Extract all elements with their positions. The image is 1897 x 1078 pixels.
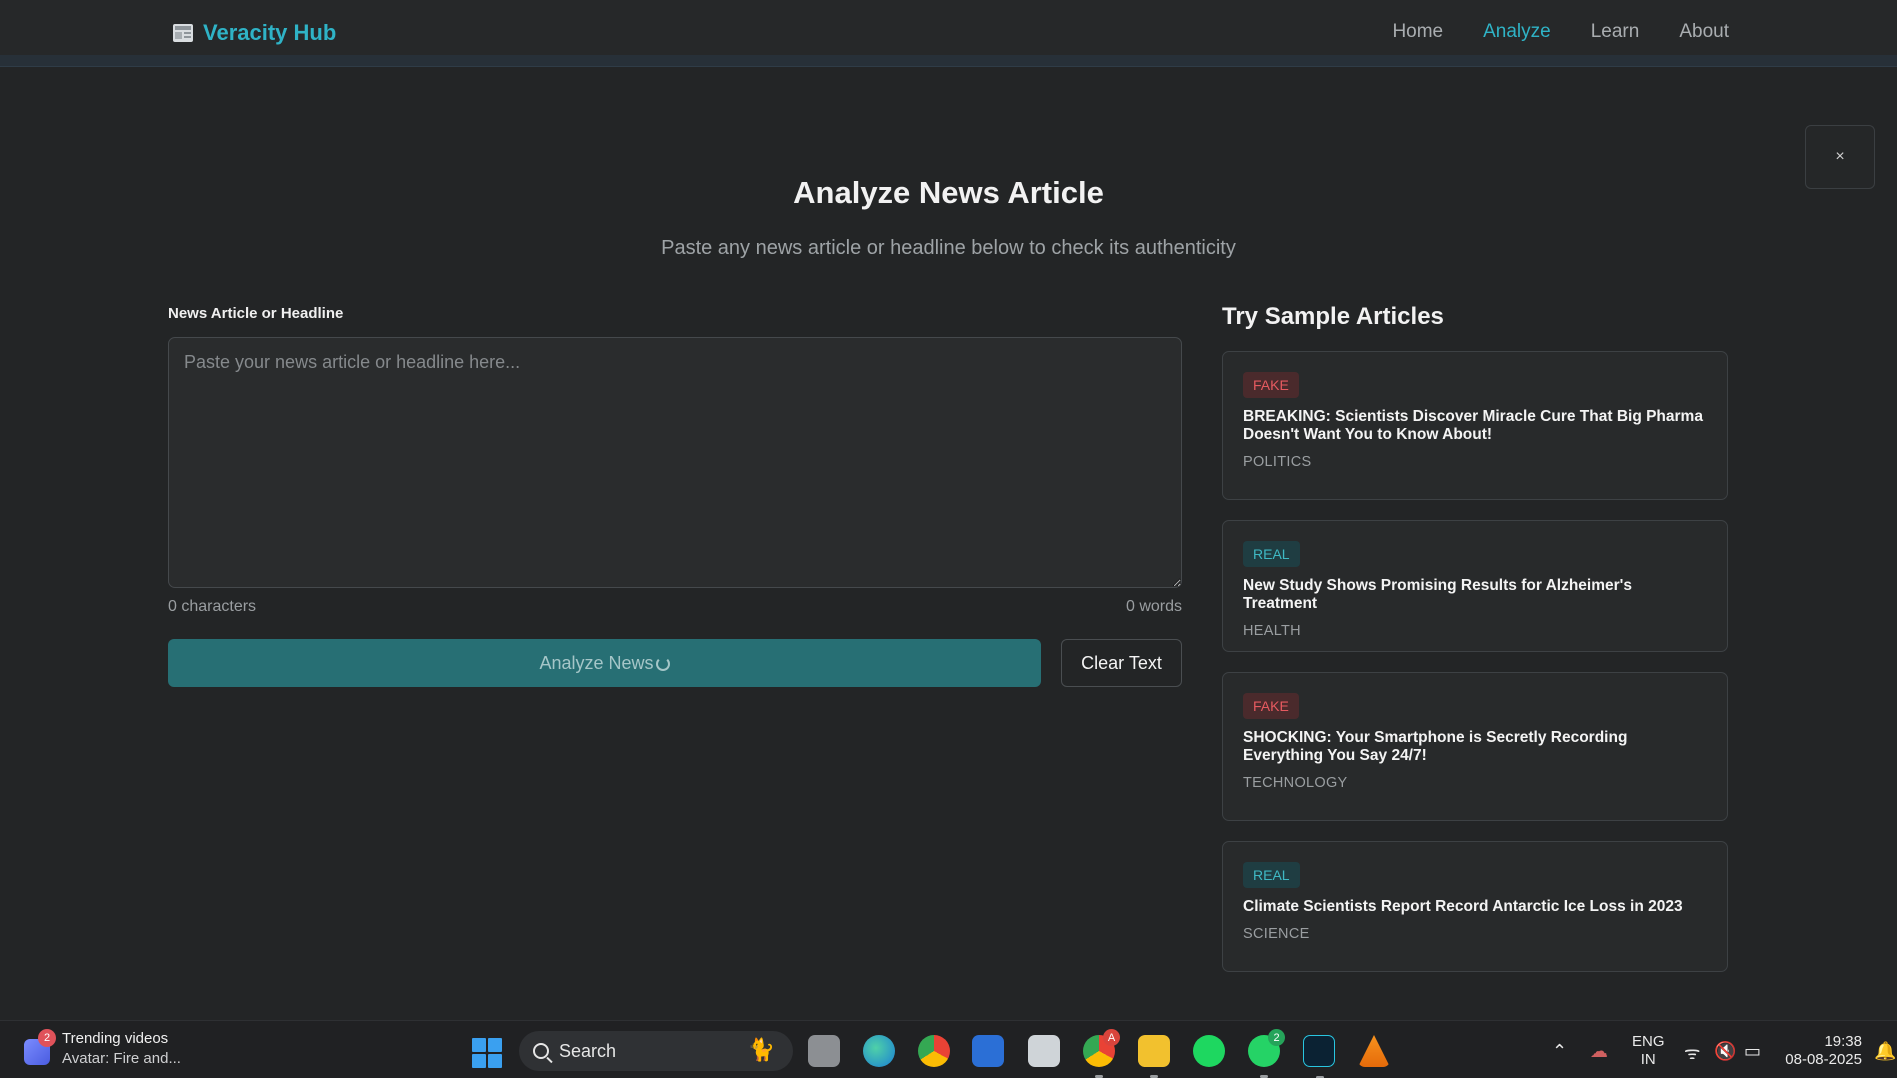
chevron-up-icon[interactable]: ⌃ [1552,1041,1567,1062]
nav-home[interactable]: Home [1392,21,1443,43]
sample-title: SHOCKING: Your Smartphone is Secretly Re… [1243,729,1628,764]
search-label: Search [559,1040,617,1061]
code-editor-icon[interactable] [1303,1035,1335,1078]
sample-category: TECHNOLOGY [1243,775,1348,791]
character-count: 0 characters [168,598,257,615]
widgets-icon: 2 [24,1029,56,1065]
vlc-icon[interactable] [1358,1035,1390,1067]
taskbar-search[interactable]: Search 🐈 [519,1031,793,1071]
search-highlight-icon: 🐈 [747,1037,775,1062]
edge-icon[interactable] [863,1035,895,1067]
nav-learn[interactable]: Learn [1591,21,1640,43]
real-badge: REAL [1243,541,1300,567]
nav-analyze[interactable]: Analyze [1483,21,1551,43]
close-icon: × [1835,148,1845,165]
file-explorer-icon[interactable] [1138,1035,1170,1078]
sample-card[interactable]: FAKE SHOCKING: Your Smartphone is Secret… [1222,672,1728,821]
article-field-label: News Article or Headline [168,305,344,322]
sample-category: SCIENCE [1243,926,1310,942]
loading-spinner-icon [655,656,670,671]
region-code: IN [1640,1051,1656,1068]
onedrive-icon[interactable]: ☁ [1590,1041,1608,1062]
notepad-icon[interactable] [1028,1035,1060,1067]
sample-card[interactable]: REAL Climate Scientists Report Record An… [1222,841,1728,972]
chrome-badge: A [1103,1029,1120,1046]
widgets-button[interactable]: 2 Trending videos Avatar: Fire and... [24,1029,181,1069]
navbar-accent-strip [0,55,1897,66]
volume-muted-icon[interactable]: 🔇 [1714,1041,1736,1062]
newspaper-icon [172,23,194,43]
sample-title: BREAKING: Scientists Discover Miracle Cu… [1243,408,1703,443]
chrome-profile-icon[interactable]: A [1083,1029,1120,1078]
store-icon[interactable] [972,1035,1004,1067]
sample-title: New Study Shows Promising Results for Al… [1243,577,1632,612]
whatsapp-icon[interactable]: 2 [1248,1029,1285,1078]
clear-text-button[interactable]: Clear Text [1061,639,1182,687]
notification-icon[interactable]: 🔔 [1874,1041,1896,1062]
sample-title: Climate Scientists Report Record Antarct… [1243,898,1683,915]
analyze-news-button[interactable]: Analyze News [168,639,1041,687]
article-textarea[interactable] [168,337,1182,588]
battery-icon[interactable]: ▭ [1744,1041,1761,1062]
fake-badge: FAKE [1243,693,1299,719]
analyze-button-label: Analyze News [539,652,654,673]
chrome-icon[interactable] [918,1035,950,1067]
clock-date: 08-08-2025 [1785,1051,1862,1068]
brand-name: Veracity Hub [203,20,337,45]
main-nav: Home Analyze Learn About [1392,21,1729,43]
language-code: ENG [1632,1033,1665,1050]
page-title: Analyze News Article [793,175,1104,210]
clock-time: 19:38 [1824,1033,1862,1050]
page-subtitle: Paste any news article or headline below… [661,237,1236,259]
top-navbar: Veracity Hub Home Analyze Learn About [0,0,1897,67]
samples-title: Try Sample Articles [1222,303,1444,330]
spotify-icon[interactable] [1193,1035,1225,1067]
language-indicator[interactable]: ENG IN [1632,1033,1665,1069]
real-badge: REAL [1243,862,1300,888]
sample-card[interactable]: FAKE BREAKING: Scientists Discover Mirac… [1222,351,1728,500]
brand-logo[interactable]: Veracity Hub [172,20,336,46]
sample-category: HEALTH [1243,623,1301,639]
task-view-icon[interactable] [808,1035,840,1067]
widget-badge: 2 [38,1029,56,1047]
wifi-icon[interactable]: ᯤ [1684,1041,1700,1065]
word-count: 0 words [1125,598,1182,615]
widget-subtitle: Avatar: Fire and... [62,1050,181,1067]
sample-category: POLITICS [1243,454,1312,470]
nav-about[interactable]: About [1679,21,1729,43]
fake-badge: FAKE [1243,372,1299,398]
widget-title: Trending videos [62,1030,169,1047]
sample-card[interactable]: REAL New Study Shows Promising Results f… [1222,520,1728,652]
search-icon [533,1043,549,1059]
system-clock[interactable]: 19:38 08-08-2025 [1782,1033,1862,1069]
start-button[interactable] [472,1038,502,1068]
os-taskbar: 2 Trending videos Avatar: Fire and... Se… [0,1020,1897,1078]
whatsapp-badge: 2 [1268,1029,1285,1046]
